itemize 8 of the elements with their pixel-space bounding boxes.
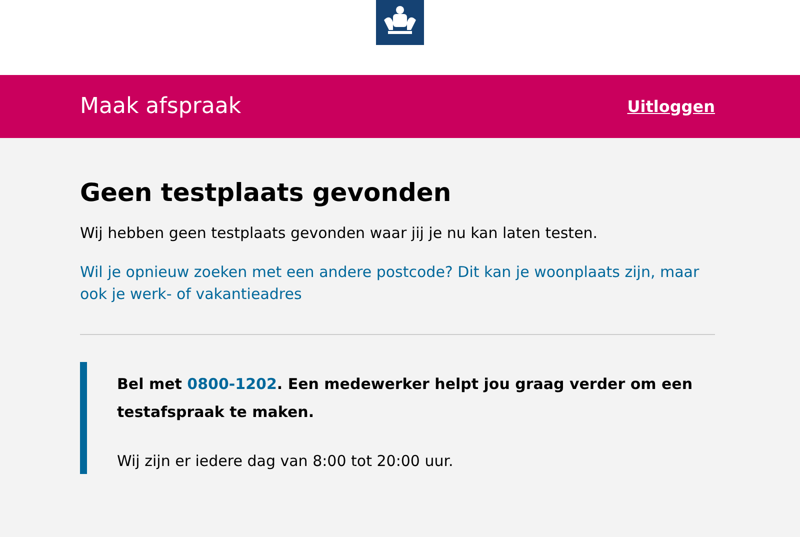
- phone-link[interactable]: 0800-1202: [187, 374, 277, 392]
- page-title: Maak afspraak: [80, 93, 242, 121]
- logout-link[interactable]: Uitloggen: [627, 94, 715, 118]
- search-again-link[interactable]: Wil je opnieuw zoeken met een andere postcode? Dit kan je woonplaats zijn, maar ook je werk- of vakantieadres: [80, 260, 715, 306]
- page-heading: Geen testplaats gevonden: [80, 178, 452, 208]
- call-text: Bel met 0800-1202. Een medewerker helpt jou graag verder om een testafspraak te maken.: [117, 374, 694, 422]
- intro-text: Wij hebben geen testplaats gevonden waar jij je nu kan laten testen.: [80, 223, 599, 244]
- hours-text: Wij zijn er iedere dag van 8:00 tot 20:00 uur.: [117, 450, 454, 472]
